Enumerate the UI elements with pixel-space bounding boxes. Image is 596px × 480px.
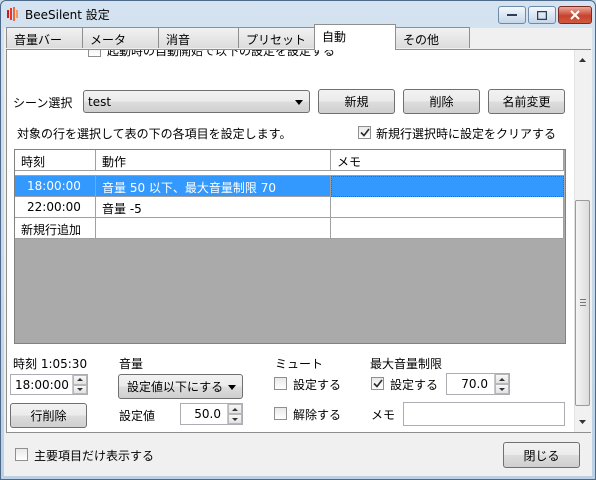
clear-on-new-label: 新規行選択時に設定をクリアする <box>376 127 557 141</box>
delete-scene-button[interactable]: 削除 <box>403 89 480 114</box>
checkmark-icon <box>359 128 370 137</box>
main-only-checkbox[interactable] <box>15 448 28 461</box>
scroll-down-icon <box>579 420 586 424</box>
volume-setting-value: 50.0 <box>194 407 221 421</box>
row-1-memo[interactable] <box>331 176 564 197</box>
volume-setting-input[interactable]: 50.0 <box>180 403 243 425</box>
scene-select-value: test <box>88 94 112 109</box>
volume-spinner[interactable] <box>227 404 242 424</box>
close-window-button[interactable] <box>558 6 592 24</box>
maximize-icon <box>537 10 547 20</box>
checkmark-icon <box>372 379 383 388</box>
clear-on-new-checkbox[interactable] <box>358 126 371 139</box>
tab-other[interactable]: その他 <box>395 27 470 48</box>
chevron-down-icon <box>295 100 303 105</box>
max-volume-spinner[interactable] <box>494 374 509 394</box>
scroll-up-icon <box>579 58 586 62</box>
row-2-action[interactable]: 音量 -5 <box>96 197 331 218</box>
mute-set-checkbox[interactable] <box>274 377 287 390</box>
minimize-icon <box>507 14 517 16</box>
window-title: BeeSilent 設定 <box>25 8 110 22</box>
row-1-time[interactable]: 18:00:00 <box>15 176 96 197</box>
title-bar[interactable]: BeeSilent 設定 <box>1 1 593 27</box>
spin-down-icon[interactable] <box>228 414 242 424</box>
instruction-text: 対象の行を選択して表の下の各項目を設定します。 <box>17 127 292 141</box>
tab-volume-bar[interactable]: 音量バー <box>6 27 83 48</box>
row-1-action[interactable]: 音量 50 以下、最大音量制限 70 <box>96 176 331 197</box>
max-volume-label: 最大音量制限 <box>370 357 443 371</box>
new-scene-button[interactable]: 新規 <box>318 89 395 114</box>
scene-select[interactable]: test <box>83 90 310 113</box>
memo-label: メモ <box>371 408 396 422</box>
scroll-up-button[interactable] <box>575 52 590 68</box>
time-picker-value: 18:00:00 <box>15 378 69 392</box>
volume-setting-label: 設定値 <box>119 409 156 423</box>
row-2-memo[interactable] <box>331 197 564 218</box>
close-icon <box>570 10 580 20</box>
time-spinner[interactable] <box>72 375 87 394</box>
tab-preset[interactable]: プリセット <box>238 27 315 48</box>
new-row-action[interactable] <box>96 218 331 239</box>
mute-label: ミュート <box>275 357 324 371</box>
spin-up-icon[interactable] <box>228 404 242 414</box>
max-volume-input[interactable]: 70.0 <box>446 373 510 395</box>
max-volume-value: 70.0 <box>461 377 488 391</box>
chevron-down-icon <box>228 385 236 390</box>
new-row-memo[interactable] <box>331 218 564 239</box>
time-picker[interactable]: 18:00:00 <box>10 374 88 395</box>
maximize-button[interactable] <box>528 6 556 24</box>
rename-scene-button[interactable]: 名前変更 <box>488 89 565 114</box>
grip-icon <box>580 299 586 306</box>
column-header-time[interactable]: 時刻 <box>15 150 96 171</box>
column-header-action[interactable]: 動作 <box>96 150 331 171</box>
scrolled-option-row: 起動時の自動開始で以下の設定を設定する <box>87 50 417 58</box>
spin-up-icon[interactable] <box>73 375 87 385</box>
max-volume-set-checkbox[interactable] <box>371 377 384 390</box>
memo-input[interactable] <box>403 402 565 426</box>
tab-meter[interactable]: メータ <box>82 27 159 48</box>
delete-row-button[interactable]: 行削除 <box>10 403 87 428</box>
max-volume-set-label: 設定する <box>390 378 439 392</box>
auto-start-label: 起動時の自動開始で以下の設定を設定する <box>107 50 336 58</box>
mute-release-checkbox[interactable] <box>274 407 287 420</box>
auto-start-checkbox[interactable] <box>88 50 101 57</box>
spin-up-icon[interactable] <box>495 374 509 384</box>
volume-mode-value: 設定値以下にする <box>127 380 224 394</box>
time-label: 時刻 1:05:30 <box>13 357 88 371</box>
schedule-table[interactable]: 時刻 動作 メモ 18:00:00 音量 50 以下、最大音量制限 70 22:… <box>14 149 566 344</box>
scroll-down-button[interactable] <box>575 414 590 430</box>
new-row-time[interactable]: 新規行追加 <box>15 218 96 239</box>
mute-release-label: 解除する <box>293 408 342 422</box>
tab-mute[interactable]: 消音 <box>158 27 239 48</box>
spin-down-icon[interactable] <box>495 384 509 394</box>
spin-down-icon[interactable] <box>73 384 87 394</box>
column-header-memo[interactable]: メモ <box>331 150 564 171</box>
main-only-label: 主要項目だけ表示する <box>34 449 155 463</box>
minimize-button[interactable] <box>498 6 526 24</box>
volume-mode-dropdown[interactable]: 設定値以下にする <box>118 374 243 399</box>
scroll-thumb[interactable] <box>575 200 590 406</box>
mute-set-label: 設定する <box>293 378 342 392</box>
tab-auto[interactable]: 自動 <box>314 24 396 50</box>
scene-label: シーン選択 <box>13 96 73 110</box>
app-icon <box>7 7 18 21</box>
close-button[interactable]: 閉じる <box>503 442 580 468</box>
volume-label: 音量 <box>119 357 144 371</box>
row-2-time[interactable]: 22:00:00 <box>15 197 96 218</box>
